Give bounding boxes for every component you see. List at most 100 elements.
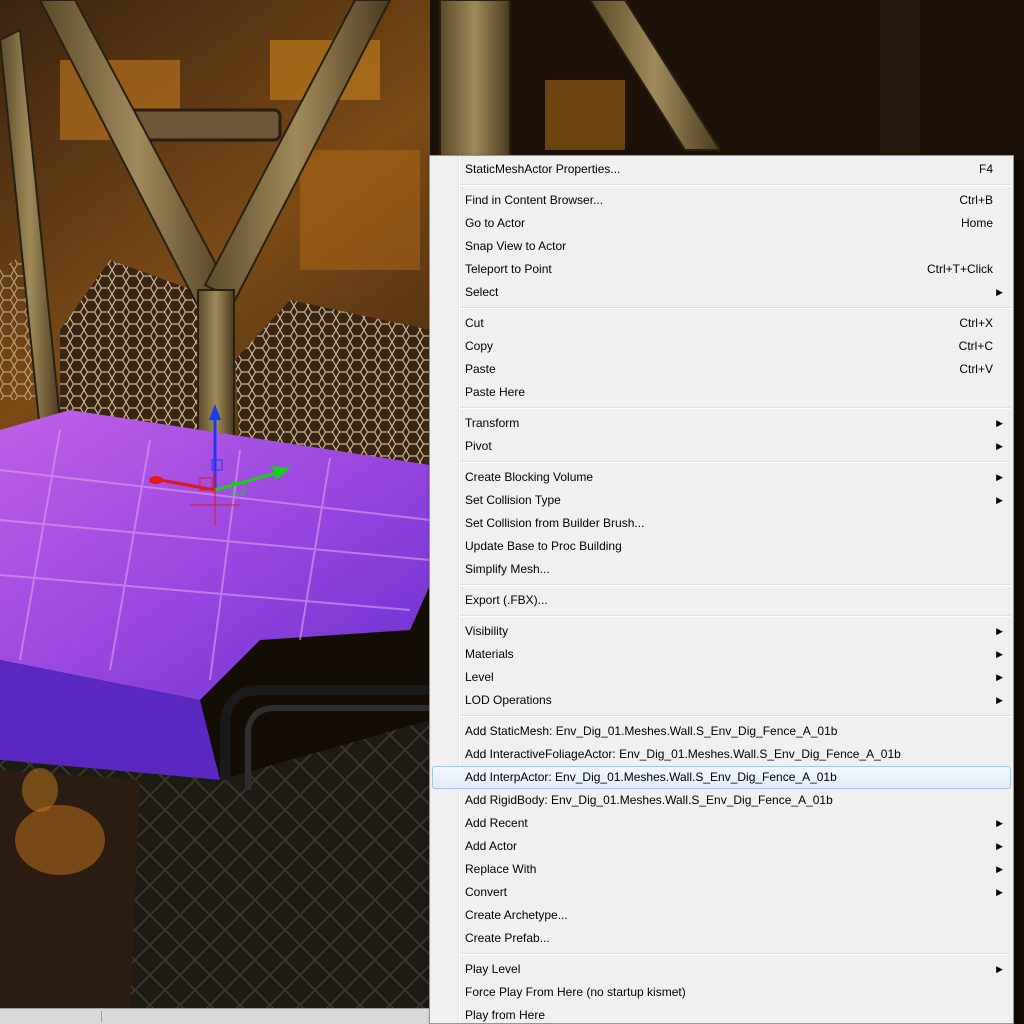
menu-item-label: Copy [465, 339, 494, 353]
menu-item-replace-with[interactable]: Replace With ▶ [430, 858, 1013, 881]
menu-separator [430, 304, 1013, 312]
menu-item-label: Visibility [465, 624, 509, 638]
menu-item-label: Force Play From Here (no startup kismet) [465, 985, 686, 999]
menu-item-label: StaticMeshActor Properties... [465, 162, 621, 176]
menu-item-label: Create Prefab... [465, 931, 550, 945]
menu-item-label: Add Recent [465, 816, 528, 830]
menu-item-force-play-from-here-no-startup-kismet[interactable]: Force Play From Here (no startup kismet) [430, 981, 1013, 1004]
menu-item-transform[interactable]: Transform ▶ [430, 412, 1013, 435]
menu-item-export-fbx[interactable]: Export (.FBX)... [430, 589, 1013, 612]
menu-item-paste[interactable]: Paste Ctrl+V [430, 358, 1013, 381]
menu-item-add-rigidbody-env-dig-01-meshes-wall-s-e[interactable]: Add RigidBody: Env_Dig_01.Meshes.Wall.S_… [430, 789, 1013, 812]
menu-item-label: Create Blocking Volume [465, 470, 594, 484]
menu-item-visibility[interactable]: Visibility ▶ [430, 620, 1013, 643]
menu-item-find-in-content-browser[interactable]: Find in Content Browser... Ctrl+B [430, 189, 1013, 212]
menu-item-add-actor[interactable]: Add Actor ▶ [430, 835, 1013, 858]
menu-item-label: LOD Operations [465, 693, 552, 707]
menu-item-copy[interactable]: Copy Ctrl+C [430, 335, 1013, 358]
menu-item-set-collision-type[interactable]: Set Collision Type ▶ [430, 489, 1013, 512]
menu-item-label: Set Collision from Builder Brush... [465, 516, 645, 530]
status-bar [0, 1008, 429, 1024]
menu-item-label: Go to Actor [465, 216, 526, 230]
menu-item-add-staticmesh-env-dig-01-meshes-wall-s-[interactable]: Add StaticMesh: Env_Dig_01.Meshes.Wall.S… [430, 720, 1013, 743]
menu-item-create-prefab[interactable]: Create Prefab... [430, 927, 1013, 950]
submenu-arrow-icon: ▶ [996, 964, 1003, 974]
menu-item-label: Level [465, 670, 494, 684]
menu-item-label: Simplify Mesh... [465, 562, 550, 576]
submenu-arrow-icon: ▶ [996, 495, 1003, 505]
menu-item-go-to-actor[interactable]: Go to Actor Home [430, 212, 1013, 235]
menu-item-label: Update Base to Proc Building [465, 539, 622, 553]
menu-item-label: Add StaticMesh: Env_Dig_01.Meshes.Wall.S… [465, 724, 838, 738]
menu-separator [430, 950, 1013, 958]
submenu-arrow-icon: ▶ [996, 649, 1003, 659]
menu-item-select[interactable]: Select ▶ [430, 281, 1013, 304]
menu-item-label: Snap View to Actor [465, 239, 567, 253]
menu-item-shortcut: Ctrl+V [959, 362, 993, 376]
menu-item-play-from-here[interactable]: Play from Here [430, 1004, 1013, 1023]
menu-separator [430, 581, 1013, 589]
menu-item-label: Select [465, 285, 499, 299]
actor-context-menu: StaticMeshActor Properties... F4 Find in C… [429, 155, 1014, 1024]
submenu-arrow-icon: ▶ [996, 695, 1003, 705]
submenu-arrow-icon: ▶ [996, 887, 1003, 897]
menu-item-label: Replace With [465, 862, 537, 876]
menu-item-set-collision-from-builder-brush[interactable]: Set Collision from Builder Brush... [430, 512, 1013, 535]
menu-item-update-base-to-proc-building[interactable]: Update Base to Proc Building [430, 535, 1013, 558]
menu-item-label: Transform [465, 416, 520, 430]
menu-separator [430, 458, 1013, 466]
submenu-arrow-icon: ▶ [996, 418, 1003, 428]
menu-item-add-interpactor-env-dig-01-meshes-wall-s[interactable]: Add InterpActor: Env_Dig_01.Meshes.Wall.… [430, 766, 1013, 789]
submenu-arrow-icon: ▶ [996, 672, 1003, 682]
menu-item-pivot[interactable]: Pivot ▶ [430, 435, 1013, 458]
menu-item-add-recent[interactable]: Add Recent ▶ [430, 812, 1013, 835]
menu-separator [430, 404, 1013, 412]
menu-item-label: Create Archetype... [465, 908, 568, 922]
menu-item-shortcut: Ctrl+B [959, 193, 993, 207]
menu-separator [430, 181, 1013, 189]
submenu-arrow-icon: ▶ [996, 818, 1003, 828]
menu-item-label: Add Actor [465, 839, 518, 853]
menu-item-convert[interactable]: Convert ▶ [430, 881, 1013, 904]
menu-item-simplify-mesh[interactable]: Simplify Mesh... [430, 558, 1013, 581]
menu-item-label: Add RigidBody: Env_Dig_01.Meshes.Wall.S_… [465, 793, 833, 807]
menu-item-cut[interactable]: Cut Ctrl+X [430, 312, 1013, 335]
menu-item-teleport-to-point[interactable]: Teleport to Point Ctrl+T+Click [430, 258, 1013, 281]
submenu-arrow-icon: ▶ [996, 626, 1003, 636]
menu-item-shortcut: Home [960, 216, 993, 230]
menu-item-label: Play Level [465, 962, 521, 976]
menu-item-label: Set Collision Type [465, 493, 561, 507]
menu-item-label: Add InterpActor: Env_Dig_01.Meshes.Wall.… [465, 770, 837, 784]
submenu-arrow-icon: ▶ [996, 841, 1003, 851]
menu-item-label: Paste [465, 362, 496, 376]
menu-item-label: Add InteractiveFoliageActor: Env_Dig_01.… [465, 747, 901, 761]
submenu-arrow-icon: ▶ [996, 441, 1003, 451]
submenu-arrow-icon: ▶ [996, 287, 1003, 297]
menu-item-create-archetype[interactable]: Create Archetype... [430, 904, 1013, 927]
menu-item-add-interactivefoliageactor-env-dig-01-m[interactable]: Add InteractiveFoliageActor: Env_Dig_01.… [430, 743, 1013, 766]
menu-item-label: Materials [465, 647, 514, 661]
submenu-arrow-icon: ▶ [996, 472, 1003, 482]
menu-item-shortcut: Ctrl+X [959, 316, 993, 330]
menu-item-create-blocking-volume[interactable]: Create Blocking Volume ▶ [430, 466, 1013, 489]
menu-item-materials[interactable]: Materials ▶ [430, 643, 1013, 666]
menu-item-label: Cut [465, 316, 484, 330]
menu-items: StaticMeshActor Properties... F4 Find in C… [430, 158, 1013, 1023]
menu-item-shortcut: F4 [978, 162, 993, 176]
menu-item-play-level[interactable]: Play Level ▶ [430, 958, 1013, 981]
menu-item-label: Find in Content Browser... [465, 193, 604, 207]
menu-item-shortcut: Ctrl+T+Click [926, 262, 993, 276]
menu-item-level[interactable]: Level ▶ [430, 666, 1013, 689]
menu-item-staticmeshactor-properties[interactable]: StaticMeshActor Properties... F4 [430, 158, 1013, 181]
submenu-arrow-icon: ▶ [996, 864, 1003, 874]
menu-item-label: Paste Here [465, 385, 526, 399]
menu-item-lod-operations[interactable]: LOD Operations ▶ [430, 689, 1013, 712]
menu-item-snap-view-to-actor[interactable]: Snap View to Actor [430, 235, 1013, 258]
menu-item-label: Play from Here [465, 1008, 546, 1022]
menu-item-paste-here[interactable]: Paste Here [430, 381, 1013, 404]
status-divider [101, 1011, 102, 1022]
menu-item-label: Convert [465, 885, 508, 899]
menu-item-label: Pivot [465, 439, 492, 453]
menu-item-label: Export (.FBX)... [465, 593, 548, 607]
menu-separator [430, 612, 1013, 620]
